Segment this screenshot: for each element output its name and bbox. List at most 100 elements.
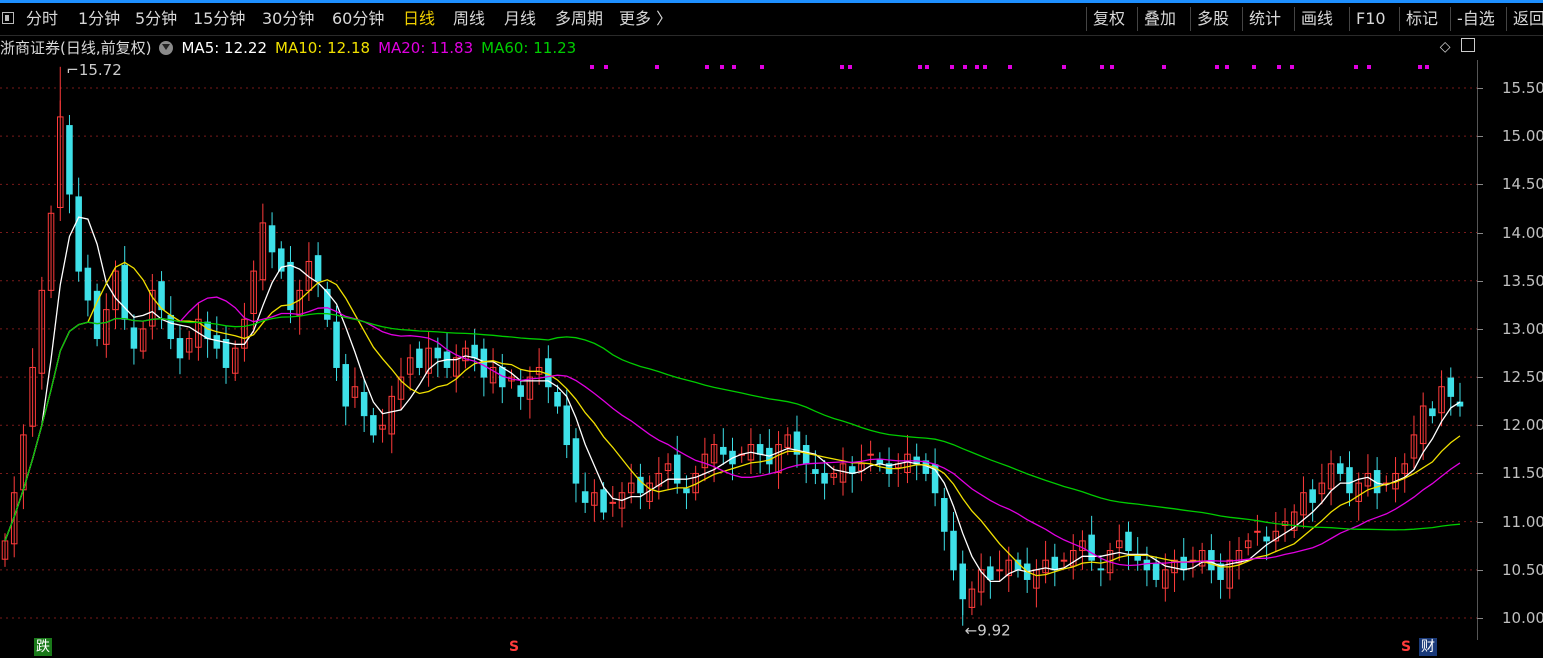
candle-body bbox=[867, 453, 874, 456]
event-marker[interactable] bbox=[925, 65, 929, 69]
event-marker[interactable] bbox=[1252, 65, 1256, 69]
candle-body bbox=[360, 392, 368, 417]
event-marker[interactable] bbox=[590, 65, 594, 69]
candle-body bbox=[563, 405, 571, 446]
tab-period-0[interactable]: 分时 bbox=[26, 3, 58, 35]
candle-body bbox=[213, 335, 221, 349]
event-bar bbox=[0, 636, 1543, 658]
y-tick bbox=[1477, 136, 1483, 138]
candle-body bbox=[287, 261, 294, 311]
event-marker[interactable] bbox=[1425, 65, 1429, 69]
event-marker[interactable] bbox=[1418, 65, 1422, 69]
tab-period-7[interactable]: 周线 bbox=[453, 3, 485, 35]
event-marker[interactable] bbox=[1290, 65, 1294, 69]
candle-body bbox=[600, 489, 607, 513]
event-marker[interactable] bbox=[732, 65, 736, 69]
event-marker[interactable] bbox=[705, 65, 709, 69]
event-marker[interactable] bbox=[655, 65, 659, 69]
tab-period-6[interactable]: 日线 bbox=[403, 3, 435, 35]
candle-body bbox=[176, 338, 184, 359]
tab-period-1[interactable]: 1分钟 bbox=[78, 3, 120, 35]
event-marker[interactable] bbox=[840, 65, 844, 69]
tab-period-2[interactable]: 5分钟 bbox=[135, 3, 177, 35]
dropdown-icon[interactable] bbox=[159, 41, 174, 55]
panel-toggle-icon[interactable] bbox=[0, 3, 18, 35]
y-tick bbox=[1477, 521, 1483, 523]
toolbar-divider bbox=[1506, 7, 1507, 31]
tool-button-2[interactable]: 多股 bbox=[1197, 3, 1229, 35]
candle-body bbox=[1447, 377, 1455, 397]
candle-body bbox=[1051, 556, 1059, 571]
tool-button-5[interactable]: F10 bbox=[1356, 3, 1386, 35]
event-marker[interactable] bbox=[1008, 65, 1012, 69]
candle-body bbox=[1429, 408, 1436, 417]
event-marker[interactable] bbox=[975, 65, 979, 69]
event-marker[interactable] bbox=[963, 65, 967, 69]
tab-period-3[interactable]: 15分钟 bbox=[193, 3, 245, 35]
y-tick bbox=[1477, 88, 1483, 89]
fall-badge[interactable]: 跌 bbox=[34, 638, 52, 656]
event-marker[interactable] bbox=[1062, 65, 1066, 69]
tab-period-8[interactable]: 月线 bbox=[504, 3, 536, 35]
candle-body bbox=[1263, 536, 1270, 542]
tab-period-5[interactable]: 60分钟 bbox=[332, 3, 384, 35]
event-marker[interactable] bbox=[848, 65, 852, 69]
tab-period-9[interactable]: 多周期 bbox=[555, 3, 603, 35]
y-tick-label: 11.00 bbox=[1502, 512, 1543, 531]
candle-body bbox=[581, 491, 589, 503]
event-marker[interactable] bbox=[604, 65, 608, 69]
event-marker[interactable] bbox=[1354, 65, 1358, 69]
tool-button-6[interactable]: 标记 bbox=[1406, 3, 1438, 35]
candle-body bbox=[204, 321, 211, 340]
y-tick bbox=[1477, 328, 1483, 330]
y-tick-label: 15.00 bbox=[1502, 127, 1543, 146]
event-marker[interactable] bbox=[1225, 65, 1229, 69]
event-marker[interactable] bbox=[918, 65, 922, 69]
event-marker[interactable] bbox=[950, 65, 954, 69]
tool-button-4[interactable]: 画线 bbox=[1301, 3, 1333, 35]
y-tick-label: 12.50 bbox=[1502, 368, 1543, 387]
toolbar-divider bbox=[1399, 7, 1400, 31]
event-marker[interactable] bbox=[1110, 65, 1114, 69]
y-tick bbox=[1477, 377, 1483, 379]
window-icon[interactable] bbox=[1461, 38, 1475, 52]
candle-body bbox=[130, 327, 138, 349]
event-marker[interactable] bbox=[1277, 65, 1281, 69]
tab-period-10[interactable]: 更多 〉 bbox=[619, 3, 672, 35]
event-marker[interactable] bbox=[760, 65, 764, 69]
candle-body bbox=[167, 314, 175, 340]
toolbar-divider bbox=[1190, 7, 1191, 31]
finance-badge[interactable]: 财 bbox=[1419, 638, 1437, 656]
event-marker[interactable] bbox=[1367, 65, 1371, 69]
candle-body bbox=[1309, 489, 1316, 503]
candle-body bbox=[66, 125, 73, 195]
tool-button-0[interactable]: 复权 bbox=[1093, 3, 1125, 35]
tab-period-4[interactable]: 30分钟 bbox=[262, 3, 314, 35]
candle-body bbox=[517, 385, 524, 397]
event-marker[interactable] bbox=[1215, 65, 1219, 69]
s-mark-badge-2[interactable]: S bbox=[1399, 638, 1413, 656]
ma5-readout: MA5: 12.22 bbox=[181, 39, 267, 57]
diamond-icon[interactable]: ◇ bbox=[1440, 39, 1451, 55]
event-marker[interactable] bbox=[720, 65, 724, 69]
ma60-readout: MA60: 11.23 bbox=[481, 39, 577, 57]
kline-chart[interactable]: ⌐15.72 ←9.92 bbox=[0, 60, 1477, 636]
tool-button-1[interactable]: 叠加 bbox=[1144, 3, 1176, 35]
candle-body bbox=[342, 364, 349, 407]
y-tick-label: 13.00 bbox=[1502, 319, 1543, 338]
y-tick bbox=[1477, 280, 1483, 282]
event-marker[interactable] bbox=[1100, 65, 1104, 69]
tool-button-8[interactable]: 返回 bbox=[1513, 3, 1543, 35]
chart-info-bar: 浙商证券(日线,前复权) MA5: 12.22 MA10: 12.18 MA20: 1… bbox=[0, 36, 584, 60]
candle-body bbox=[84, 267, 92, 301]
y-tick-label: 12.00 bbox=[1502, 416, 1543, 435]
price-axis bbox=[1477, 60, 1543, 640]
event-marker[interactable] bbox=[983, 65, 987, 69]
event-marker[interactable] bbox=[1162, 65, 1166, 69]
tool-button-7[interactable]: -自选 bbox=[1457, 3, 1495, 35]
candle-body bbox=[996, 569, 1003, 572]
tool-button-3[interactable]: 统计 bbox=[1249, 3, 1281, 35]
candle-body bbox=[370, 415, 377, 436]
toolbar-divider bbox=[1349, 7, 1350, 31]
s-mark-badge[interactable]: S bbox=[507, 638, 521, 656]
